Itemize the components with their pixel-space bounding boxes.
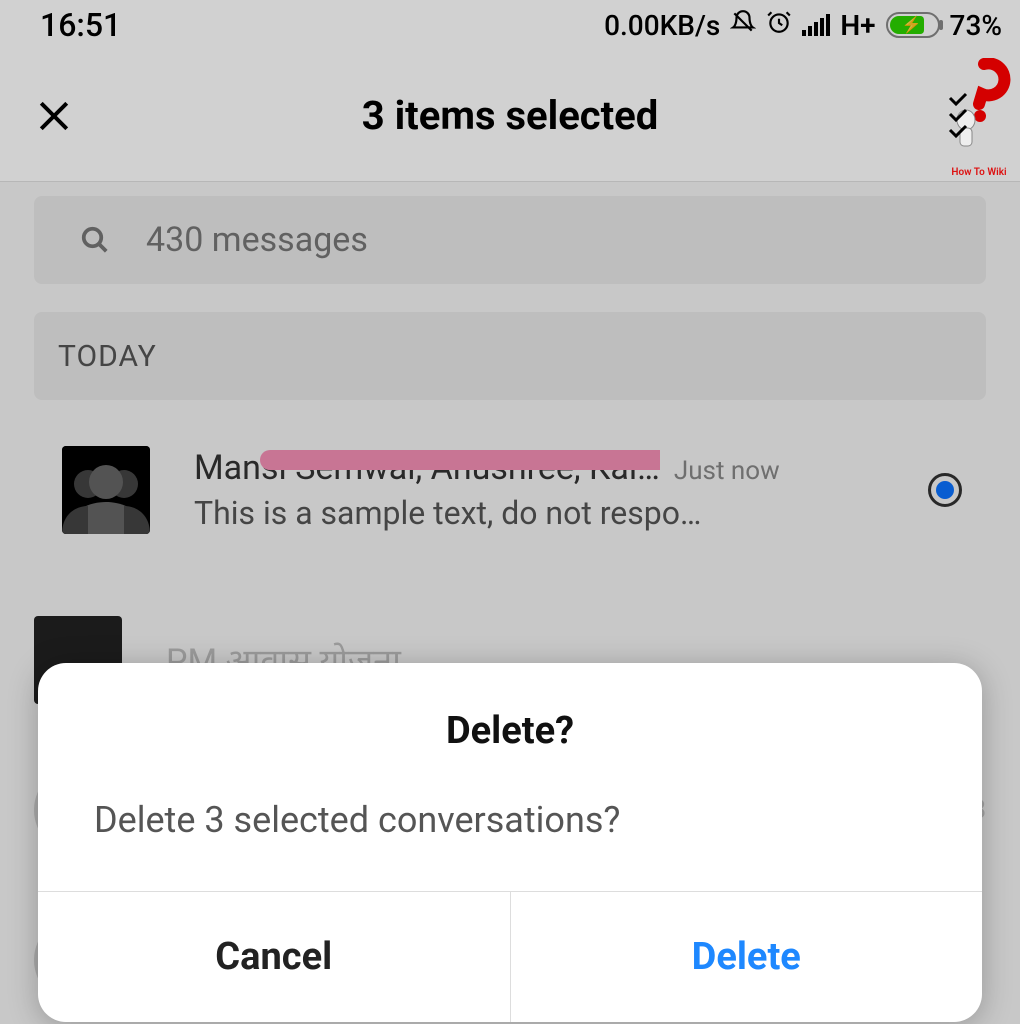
screen: 16:51 0.00KB/s H+ ⚡ 73% 3 items selected… <box>0 0 1020 1024</box>
delete-button[interactable]: Delete <box>511 892 983 1022</box>
cancel-button[interactable]: Cancel <box>38 892 511 1022</box>
dialog-title: Delete? <box>94 709 926 753</box>
delete-dialog: Delete? Delete 3 selected conversations?… <box>38 663 982 1022</box>
dialog-body: Delete? Delete 3 selected conversations? <box>38 663 982 891</box>
dialog-message: Delete 3 selected conversations? <box>94 799 926 841</box>
dialog-buttons: Cancel Delete <box>38 891 982 1022</box>
